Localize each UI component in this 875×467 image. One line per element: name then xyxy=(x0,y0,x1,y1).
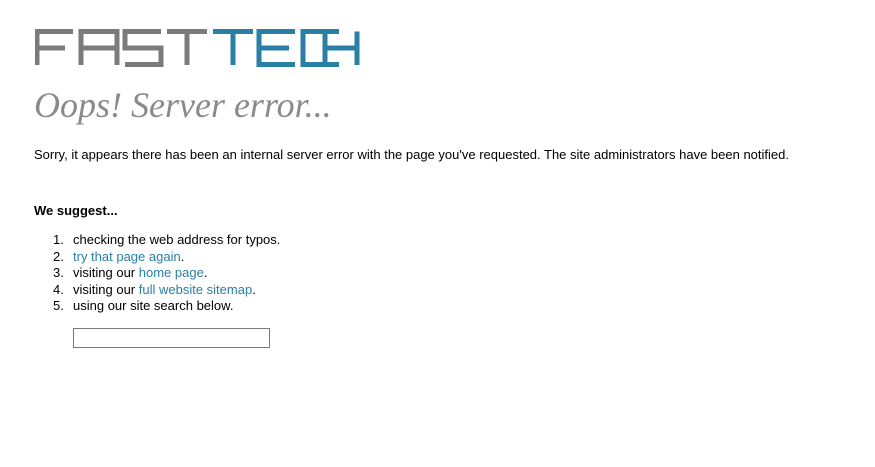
logo-fast-letters xyxy=(35,29,207,67)
suggestion-item-sitemap: 4. visiting our full website sitemap. xyxy=(34,282,280,299)
suggestion-item-retry: 2. try that page again. xyxy=(34,249,280,266)
list-number: 2. xyxy=(53,248,64,264)
sitemap-link[interactable]: full website sitemap xyxy=(139,282,252,297)
suggestion-text: . xyxy=(252,281,256,297)
suggestion-text: . xyxy=(180,248,185,264)
fasttech-logo xyxy=(35,29,360,67)
suggestion-item-check-address: 1. checking the web address for typos. xyxy=(34,232,280,249)
error-message: Sorry, it appears there has been an inte… xyxy=(34,147,789,162)
suggest-heading: We suggest... xyxy=(34,203,118,218)
site-search-input[interactable] xyxy=(73,328,270,348)
try-again-link[interactable]: try that page again xyxy=(73,249,181,264)
suggestion-text: using our site search below. xyxy=(73,298,234,313)
suggestion-item-home-page: 3. visiting our home page. xyxy=(34,265,280,282)
list-number: 1. xyxy=(53,232,64,247)
page-title: Oops! Server error... xyxy=(34,85,332,125)
fasttech-logo-graphic xyxy=(35,29,360,67)
list-number: 5. xyxy=(53,298,64,313)
home-page-link[interactable]: home page xyxy=(139,265,204,280)
suggestion-item-search: 5. using our site search below. xyxy=(34,298,280,315)
list-number: 3. xyxy=(53,265,64,280)
suggestion-text: . xyxy=(203,265,208,280)
suggestion-text: visiting our xyxy=(73,265,139,280)
suggestion-text: visiting our xyxy=(73,281,139,297)
list-number: 4. xyxy=(53,281,64,297)
suggestion-text: checking the web address for typos. xyxy=(73,232,281,247)
logo-tech-letters xyxy=(213,29,360,67)
suggestion-list: 1. checking the web address for typos. 2.… xyxy=(34,232,280,315)
